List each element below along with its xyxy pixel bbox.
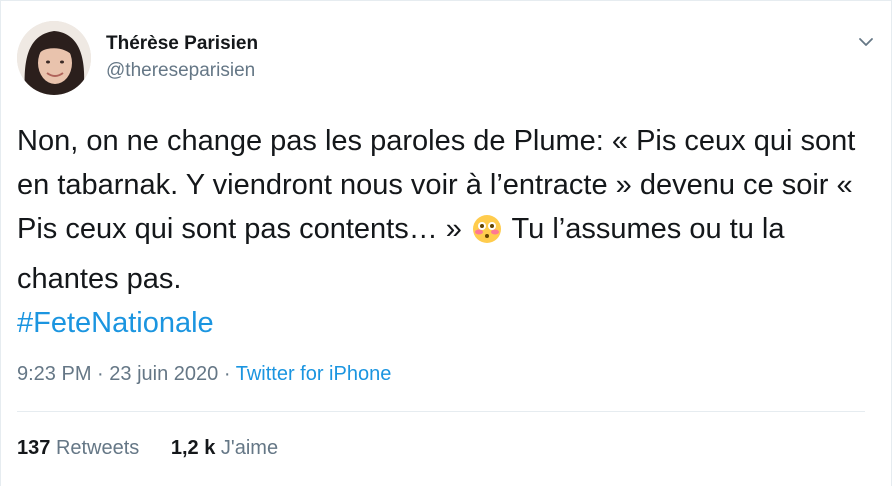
- likes-stat[interactable]: 1,2 k J'aime: [171, 437, 278, 460]
- tweet-text: Non, on ne change pas les paroles de Plu…: [17, 119, 877, 345]
- retweets-stat[interactable]: 137 Retweets: [17, 437, 139, 460]
- retweets-label: Retweets: [55, 437, 140, 459]
- tweet-header: Thérèse Parisien @thereseparisien: [17, 21, 877, 96]
- meta-separator: ·: [223, 363, 231, 385]
- tweet-meta: 9:23 PM · 23 juin 2020 · Twitter for iPh…: [17, 363, 391, 386]
- retweets-count: 137: [17, 437, 51, 459]
- meta-separator: ·: [97, 363, 104, 385]
- tweet-source-link[interactable]: Twitter for iPhone: [236, 363, 392, 385]
- avatar[interactable]: [17, 21, 91, 95]
- profile-photo-icon: [17, 21, 91, 95]
- tweet-date[interactable]: 23 juin 2020: [109, 363, 218, 385]
- tweet-time[interactable]: 9:23 PM: [17, 363, 91, 385]
- tweet-stats: 137 Retweets 1,2 k J'aime: [17, 437, 304, 460]
- tweet-card: Thérèse Parisien @thereseparisien Non, o…: [0, 0, 892, 486]
- chevron-down-icon[interactable]: [855, 31, 877, 53]
- likes-count: 1,2 k: [170, 437, 216, 459]
- divider: [17, 411, 865, 412]
- hashtag-link[interactable]: #FeteNationale: [17, 307, 214, 339]
- flushed-face-icon: [472, 213, 502, 257]
- user-handle[interactable]: @thereseparisien: [106, 60, 255, 82]
- likes-label: J'aime: [220, 437, 279, 459]
- display-name[interactable]: Thérèse Parisien: [106, 33, 258, 55]
